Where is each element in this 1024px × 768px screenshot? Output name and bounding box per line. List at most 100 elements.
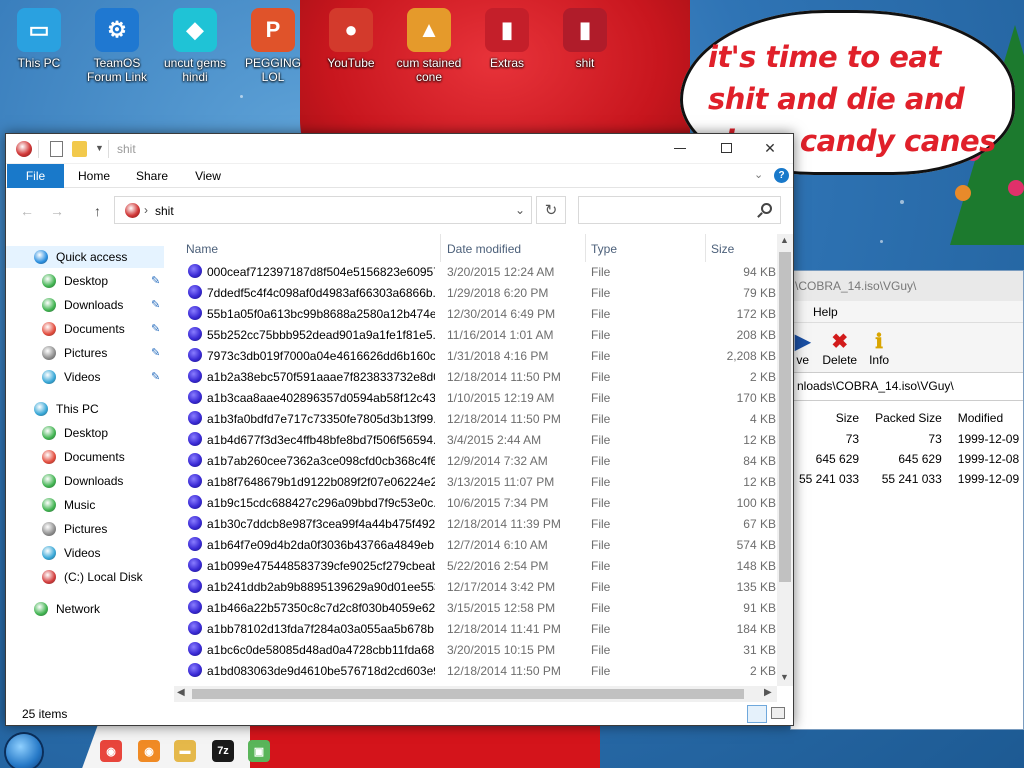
file-row[interactable]: a1b466a22b57350c8c7d2c8f030b4059e62... 3/… [176,597,776,618]
vertical-scrollbar[interactable]: ▲ ▼ [777,234,793,686]
minimize-button[interactable] [657,134,703,162]
pin-icon[interactable]: ✎ [151,322,160,335]
file-row[interactable]: a1b099e475448583739cfe9025cf279cbeab... 5… [176,555,776,576]
vertical-scroll-thumb[interactable] [779,252,791,582]
firefox-taskbar-button[interactable]: ◉ [138,740,160,762]
desktop-icon[interactable]: ● YouTube [312,8,390,70]
pin-icon[interactable]: ✎ [151,370,160,383]
tab-file[interactable]: File [7,164,64,188]
breadcrumb-shit[interactable]: shit [155,204,174,218]
maximize-button[interactable] [703,134,749,162]
nav-qa-item[interactable]: Videos [42,366,100,388]
help-icon[interactable]: ? [774,168,789,183]
archive-window[interactable]: \COBRA_14.iso\VGuy\ Help ▶ ve ✖ Delete ℹ Info… [790,270,1024,730]
properties-icon[interactable] [50,141,63,157]
app-icon[interactable] [16,141,32,157]
archive-row[interactable]: 55 241 033 55 241 033 1999-12-09 [791,469,1024,489]
paint-taskbar-button[interactable]: ▣ [248,740,270,762]
large-icons-view-icon[interactable] [771,707,785,719]
new-folder-icon[interactable] [72,141,87,157]
title-bar[interactable]: ▼ shit ✕ [6,134,793,164]
file-row[interactable]: a1b8f7648679b1d9122b089f2f07e06224e2... 3… [176,471,776,492]
explorer-taskbar-button[interactable]: ▬ [174,740,196,762]
desktop-icon[interactable]: ▮ shit [546,8,624,70]
archive-col-packed[interactable]: Packed Size [867,407,950,429]
desktop-icon[interactable]: ▲ cum stained cone [390,8,468,84]
file-row[interactable]: a1bd083063de9d4610be576718d2cd603e9... 12… [176,660,776,681]
address-dropdown-icon[interactable]: ⌄ [515,203,525,217]
file-row[interactable]: 7ddedf5c4f4c098af0d4983af66303a6866b... 1… [176,282,776,303]
nav-pc-item[interactable]: Downloads [42,470,123,492]
nav-pc-item[interactable]: Pictures [42,518,107,540]
tab-share[interactable]: Share [130,164,174,188]
nav-pc-item[interactable]: Desktop [42,422,108,444]
scroll-left-icon[interactable]: ◀ [177,687,185,698]
archive-col-modified[interactable]: Modified [950,407,1024,429]
nav-this-pc[interactable]: This PC [34,398,99,420]
chevron-down-icon[interactable]: ▼ [95,143,104,159]
column-date-modified[interactable]: Date modified [447,234,521,262]
nav-qa-item[interactable]: Downloads [42,294,123,316]
refresh-button[interactable]: ↻ [536,196,566,224]
scroll-down-icon[interactable]: ▼ [780,672,789,682]
file-row[interactable]: a1b30c7ddcb8e987f3cea99f4a44b475f492... 1… [176,513,776,534]
file-explorer-window[interactable]: ▼ shit ✕ File Home Share View ⌄ ? ← → ↑ … [5,133,794,726]
scroll-right-icon[interactable]: ▶ [764,687,772,698]
ribbon-expand-chevron-icon[interactable]: ⌄ [754,168,763,181]
archive-address[interactable]: nloads\COBRA_14.iso\VGuy\ [791,373,1023,401]
pin-icon[interactable]: ✎ [151,274,160,287]
nav-qa-item[interactable]: Pictures [42,342,107,364]
archive-menu-help[interactable]: Help [813,305,838,319]
column-type[interactable]: Type [591,234,617,262]
up-button[interactable]: ↑ [94,203,101,219]
close-button[interactable]: ✕ [747,134,793,162]
chrome-taskbar-button[interactable]: ◉ [100,740,122,762]
back-button[interactable]: ← [20,203,34,219]
file-row[interactable]: 55b1a05f0a613bc99b8688a2580a12b474e... 12… [176,303,776,324]
file-row[interactable]: a1b241ddb2ab9b8895139629a90d01ee553... 12… [176,576,776,597]
desktop-icon[interactable]: ▭ This PC [0,8,78,70]
file-row[interactable]: 000ceaf712397187d8f504e5156823e60957f...… [176,261,776,282]
breadcrumb-separator-icon[interactable]: › [144,203,148,217]
desktop-icon[interactable]: ▮ Extras [468,8,546,70]
nav-pc-item[interactable]: Videos [42,542,100,564]
file-row[interactable]: a1b3fa0bdfd7e717c73350fe7805d3b13f99... 1… [176,408,776,429]
search-input[interactable] [578,196,781,224]
file-row[interactable]: a1b9c15cdc688427c296a09bbd7f9c53e0c... 10… [176,492,776,513]
file-row[interactable]: a1bb78102d13fda7f284a03a055aa5b678b... 12… [176,618,776,639]
archive-tool-button[interactable]: ✖ Delete [822,329,857,367]
archive-row[interactable]: 645 629 645 629 1999-12-08 [791,449,1024,469]
column-name[interactable]: Name [186,234,218,262]
file-row[interactable]: a1b4d677f3d3ec4ffb48bfe8bd7f506f56594...… [176,429,776,450]
column-size[interactable]: Size [711,234,734,262]
file-row[interactable]: a1bc6c0de58085d48ad0a4728cbb11fda68... 3/… [176,639,776,660]
horizontal-scroll-thumb[interactable] [192,689,744,699]
tab-view[interactable]: View [186,164,230,188]
archive-row[interactable]: 73 73 1999-12-09 [791,429,1024,449]
nav-qa-item[interactable]: Documents [42,318,125,340]
desktop-icon[interactable]: P PEGGING LOL [234,8,312,84]
nav-pc-item[interactable]: Documents [42,446,125,468]
tab-home[interactable]: Home [72,164,116,188]
pin-icon[interactable]: ✎ [151,298,160,311]
file-row[interactable]: 7973c3db019f7000a04e4616626dd6b160c... 1/… [176,345,776,366]
horizontal-scrollbar[interactable]: ◀ ▶ [174,686,777,702]
file-row[interactable]: a1b7ab260cee7362a3ce098cfd0cb368c4f6... 1… [176,450,776,471]
desktop-icon[interactable]: ⚙ TeamOS Forum Link [78,8,156,84]
file-row[interactable]: 55b252cc75bbb952dead901a9a1fe1f81e5... 11… [176,324,776,345]
desktop-icon[interactable]: ◆ uncut gems hindi [156,8,234,84]
file-row[interactable]: a1b3caa8aae402896357d0594ab58f12c43f... 1… [176,387,776,408]
file-row[interactable]: a1b64f7e09d4b2da0f3036b43766a4849eb... 12… [176,534,776,555]
file-row[interactable]: a1b2a38ebc570f591aaae7f823833732e8d0... 1… [176,366,776,387]
nav-pc-item[interactable]: (C:) Local Disk [42,566,143,588]
scroll-up-icon[interactable]: ▲ [780,235,789,245]
forward-button[interactable]: → [50,203,64,219]
pin-icon[interactable]: ✎ [151,346,160,359]
archive-col-size[interactable]: Size [791,407,867,429]
archive-tool-button[interactable]: ℹ Info [869,329,889,367]
nav-pc-item[interactable]: Music [42,494,95,516]
nav-qa-item[interactable]: Desktop [42,270,108,292]
details-view-icon[interactable] [747,705,767,723]
archive-tool-button[interactable]: ▶ ve [795,329,810,367]
7zip-taskbar-button[interactable]: 7z [212,740,234,762]
